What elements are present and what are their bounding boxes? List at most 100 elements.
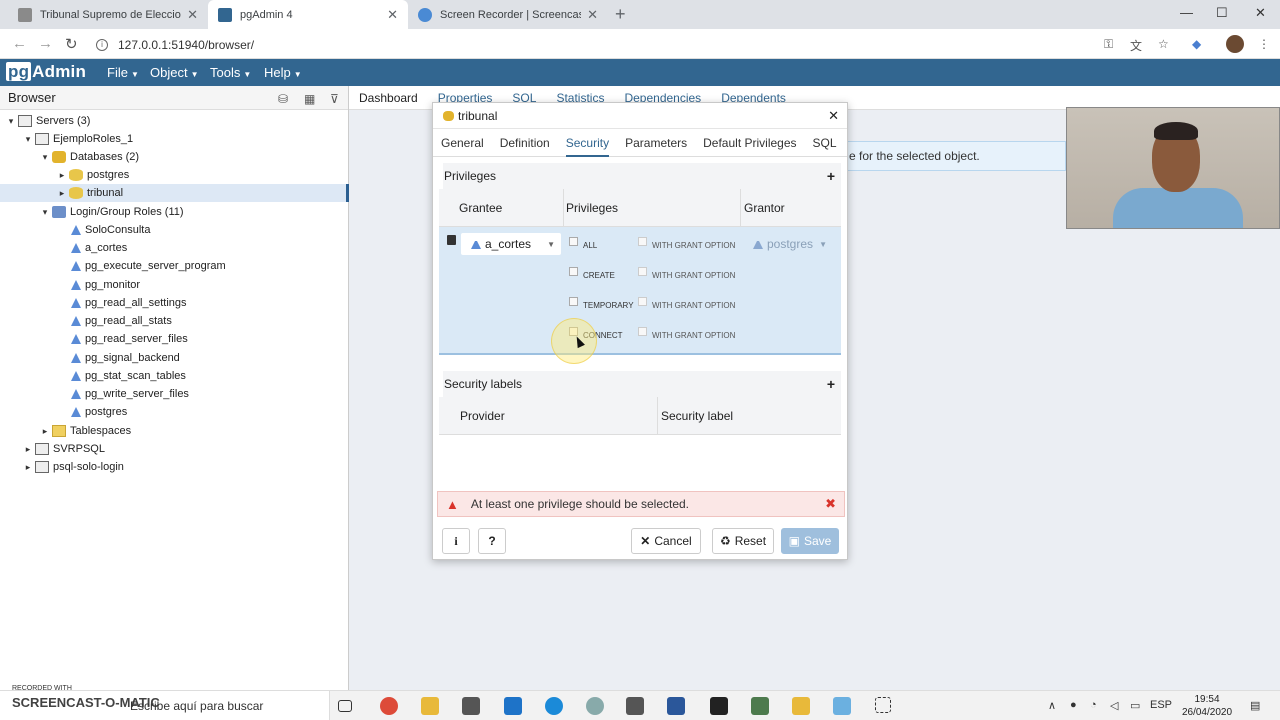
add-privilege-icon[interactable]: + — [827, 168, 835, 184]
dialog-tab-sql[interactable]: SQL — [813, 129, 837, 157]
view-data-icon[interactable]: ▦ — [304, 92, 318, 106]
translate-icon[interactable]: 文 — [1130, 37, 1144, 53]
grant-option-checkbox[interactable] — [638, 267, 647, 276]
expand-toggle-icon[interactable]: ▸ — [21, 462, 35, 473]
dialog-close-icon[interactable]: ✕ — [828, 108, 839, 124]
file-explorer-icon[interactable] — [421, 697, 439, 715]
expand-toggle-icon[interactable]: ▸ — [55, 188, 69, 199]
tree-node-postgres[interactable]: ▸ postgres — [0, 166, 129, 184]
dialog-tab-general[interactable]: General — [441, 129, 484, 157]
dialog-tab-security[interactable]: Security — [565, 129, 610, 157]
taskbar-search[interactable]: RECORDED WITH SCREENCAST-O-MATIC Escribe… — [0, 685, 330, 720]
app-icon[interactable] — [833, 697, 851, 715]
back-icon[interactable]: ← — [12, 35, 27, 52]
language-indicator[interactable]: ESP — [1150, 699, 1172, 711]
grantee-select[interactable]: a_cortes ▼ — [461, 233, 561, 255]
microphone-icon[interactable]: ● — [1070, 699, 1077, 711]
tree-node-servers-3[interactable]: ▾ Servers (3) — [0, 112, 90, 130]
notifications-icon[interactable]: ▤ — [1250, 699, 1260, 712]
privilege-checkbox-temporary[interactable] — [569, 297, 578, 306]
expand-toggle-icon[interactable]: ▸ — [21, 444, 35, 455]
close-tab-icon[interactable]: ✕ — [187, 7, 198, 23]
expand-toggle-icon[interactable]: ▾ — [4, 116, 18, 127]
tree-node-svrpsql[interactable]: ▸ SVRPSQL — [0, 440, 105, 458]
pgadmin-elephant-icon[interactable] — [586, 697, 604, 715]
folder-icon[interactable] — [792, 697, 810, 715]
key-icon[interactable]: ⚿ — [1104, 37, 1118, 51]
chrome-icon[interactable] — [380, 697, 398, 715]
maximize-icon[interactable]: ☐ — [1216, 5, 1228, 21]
expand-toggle-icon[interactable]: ▸ — [55, 170, 69, 181]
tree-node-pg-stat-scan-tables[interactable]: pg_stat_scan_tables — [0, 367, 186, 385]
expand-toggle-icon[interactable]: ▸ — [38, 426, 52, 437]
grant-option-checkbox[interactable] — [638, 327, 647, 336]
grant-option-checkbox[interactable] — [638, 297, 647, 306]
tree-node-a-cortes[interactable]: a_cortes — [0, 239, 127, 257]
close-tab-icon[interactable]: ✕ — [587, 7, 598, 23]
snip-icon[interactable] — [875, 697, 891, 713]
alert-close-icon[interactable]: ✖ — [825, 496, 836, 512]
tree-node-pg-execute-server-program[interactable]: pg_execute_server_program — [0, 257, 226, 275]
url-field[interactable]: i 127.0.0.1:51940/browser/ — [96, 34, 1086, 55]
query-tool-icon[interactable]: ⛁ — [278, 92, 292, 106]
tree-node-postgres[interactable]: postgres — [0, 403, 127, 421]
tree-node-pg-read-server-files[interactable]: pg_read_server_files — [0, 330, 188, 348]
browser-tab-tribunal[interactable]: Tribunal Supremo de Elecciones, ✕ — [8, 0, 208, 29]
profile-avatar[interactable] — [1226, 35, 1244, 53]
window-close-icon[interactable]: ✕ — [1255, 5, 1266, 21]
grantor-select[interactable]: postgres ▼ — [753, 233, 833, 255]
dialog-tab-definition[interactable]: Definition — [500, 129, 550, 157]
expand-toggle-icon[interactable]: ▾ — [38, 152, 52, 163]
tree-node-login-group-roles-11[interactable]: ▾ Login/Group Roles (11) — [0, 203, 184, 221]
reset-button[interactable]: ♻ Reset — [712, 528, 774, 554]
tree-node-tablespaces[interactable]: ▸ Tablespaces — [0, 422, 131, 440]
network-icon[interactable]: ▭ — [1130, 699, 1140, 712]
tree-node-pg-signal-backend[interactable]: pg_signal_backend — [0, 349, 180, 367]
bookmark-star-icon[interactable]: ☆ — [1158, 37, 1172, 51]
filter-icon[interactable]: ⊽ — [330, 92, 344, 106]
extension-icon[interactable]: ◆ — [1192, 37, 1206, 51]
menu-help[interactable]: Help ▼ — [264, 65, 302, 80]
tree-node-tribunal[interactable]: ▸ tribunal — [0, 184, 349, 202]
wifi-icon[interactable]: ◔ — [1090, 699, 1097, 711]
save-button[interactable]: ▣ Save — [781, 528, 839, 554]
main-tab-dashboard[interactable]: Dashboard — [359, 91, 418, 105]
cancel-button[interactable]: ✕ Cancel — [631, 528, 701, 554]
dialog-tab-parameters[interactable]: Parameters — [625, 129, 687, 157]
app-icon[interactable] — [751, 697, 769, 715]
tree-node-ejemploroles-1[interactable]: ▾ EjemploRoles_1 — [0, 130, 133, 148]
tray-chevron-icon[interactable]: ∧ — [1048, 699, 1056, 712]
privilege-checkbox-create[interactable] — [569, 267, 578, 276]
virtualbox-icon[interactable] — [626, 697, 644, 715]
menu-object[interactable]: Object ▼ — [150, 65, 199, 80]
browser-tab-screencast[interactable]: Screen Recorder | Screencast-O- ✕ — [408, 0, 608, 29]
add-security-label-icon[interactable]: + — [827, 376, 835, 392]
privilege-checkbox-all[interactable] — [569, 237, 578, 246]
tree-node-pg-read-all-settings[interactable]: pg_read_all_settings — [0, 294, 187, 312]
word-icon[interactable] — [667, 697, 685, 715]
minimize-icon[interactable]: — — [1180, 5, 1193, 20]
delete-row-icon[interactable] — [447, 235, 456, 245]
reload-icon[interactable]: ↻ — [65, 35, 78, 53]
volume-icon[interactable]: ◁ — [1110, 699, 1118, 712]
new-tab-icon[interactable]: + — [615, 4, 626, 25]
tree-node-databases-2[interactable]: ▾ Databases (2) — [0, 148, 139, 166]
store-icon[interactable] — [462, 697, 480, 715]
forward-icon[interactable]: → — [38, 35, 53, 52]
tree-node-pg-write-server-files[interactable]: pg_write_server_files — [0, 385, 189, 403]
chrome-menu-icon[interactable]: ⋮ — [1258, 37, 1272, 51]
task-view-icon[interactable] — [338, 700, 352, 712]
clock[interactable]: 19:54 26/04/2020 — [1172, 693, 1242, 719]
grant-option-checkbox[interactable] — [638, 237, 647, 246]
expand-toggle-icon[interactable]: ▾ — [21, 134, 35, 145]
browser-tab-pgadmin[interactable]: pgAdmin 4 ✕ — [208, 0, 408, 29]
info-button[interactable]: i — [442, 528, 470, 554]
help-button[interactable]: ? — [478, 528, 506, 554]
tree-node-psql-solo-login[interactable]: ▸ psql-solo-login — [0, 458, 124, 476]
menu-file[interactable]: File ▼ — [107, 65, 139, 80]
edge-icon[interactable] — [545, 697, 563, 715]
terminal-icon[interactable] — [710, 697, 728, 715]
close-tab-icon[interactable]: ✕ — [387, 7, 398, 23]
menu-tools[interactable]: Tools ▼ — [210, 65, 251, 80]
mail-icon[interactable] — [504, 697, 522, 715]
